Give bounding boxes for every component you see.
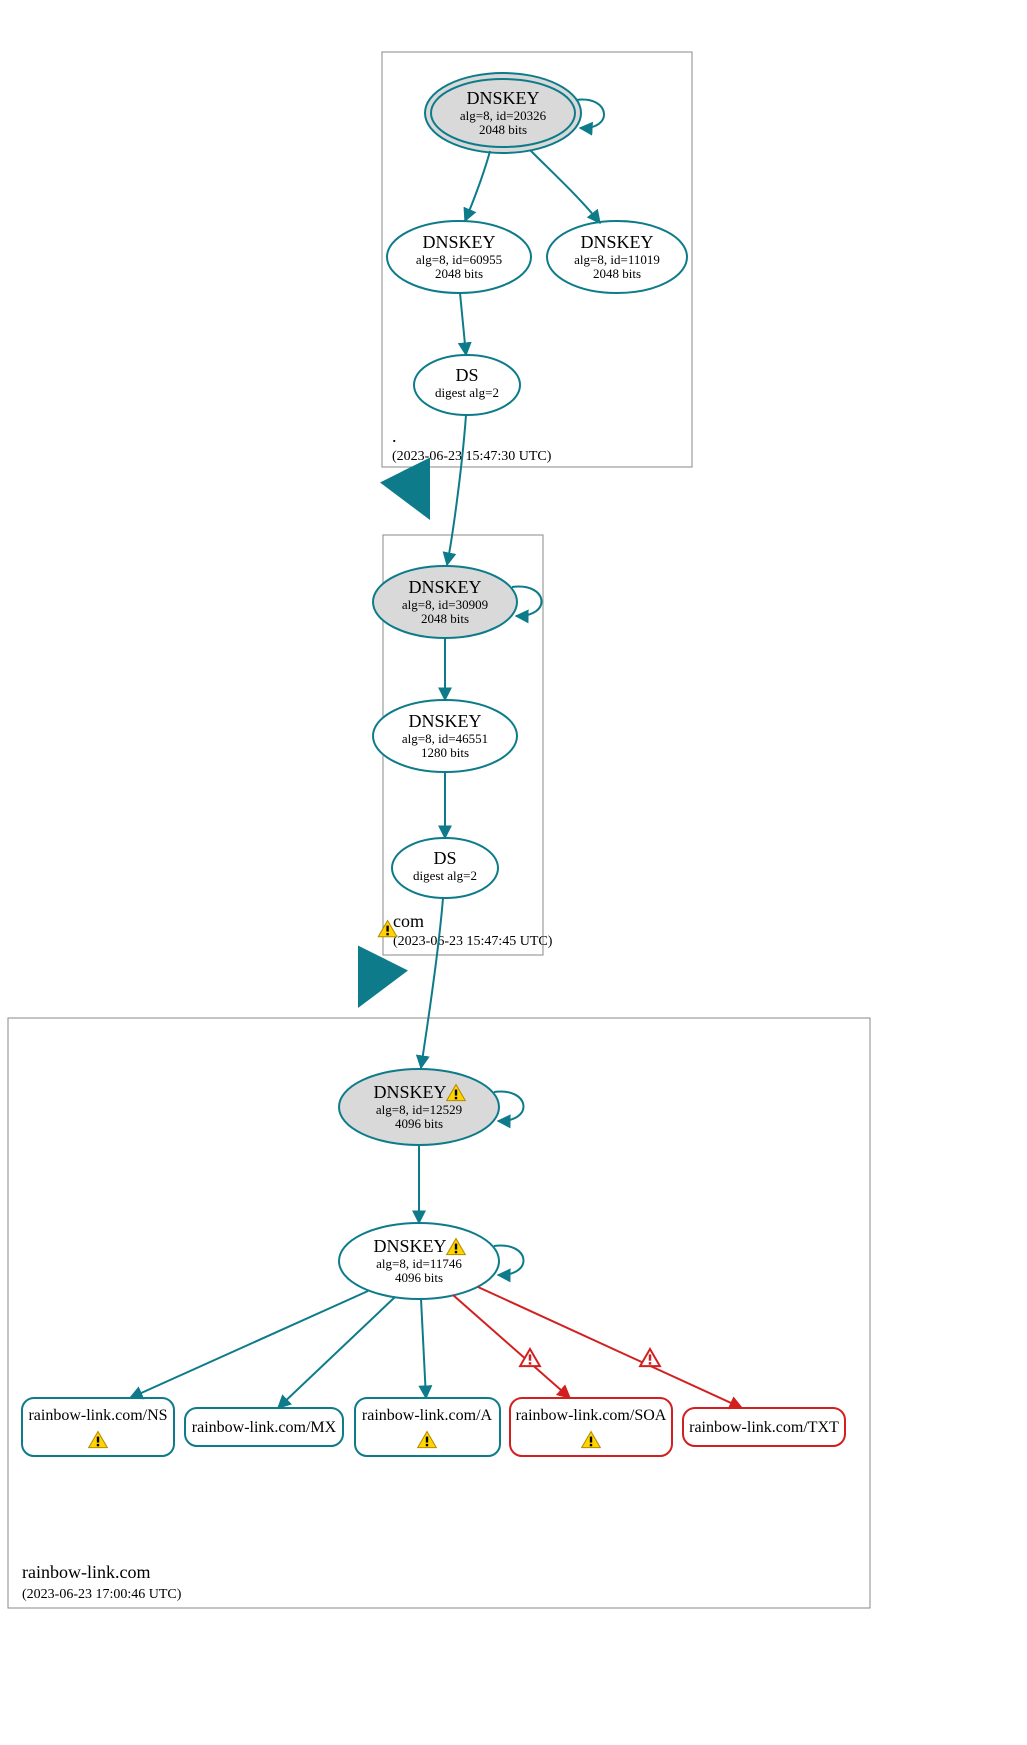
node-com-ds: DS digest alg=2 [392,838,498,898]
svg-text:DNSKEY: DNSKEY [373,1082,446,1102]
edge-rl-zsk-to-soa [453,1295,570,1398]
record-soa: rainbow-link.com/SOA [510,1398,672,1456]
svg-text:4096 bits: 4096 bits [395,1270,443,1285]
svg-text:DS: DS [455,365,478,385]
warning-icon [640,1349,660,1366]
svg-text:DNSKEY: DNSKEY [408,711,481,731]
svg-text:2048 bits: 2048 bits [479,122,527,137]
svg-text:4096 bits: 4096 bits [395,1116,443,1131]
svg-text:alg=8, id=30909: alg=8, id=30909 [402,597,488,612]
zone-time-root: (2023-06-23 15:47:30 UTC) [392,449,552,464]
node-root-ds: DS digest alg=2 [414,355,520,415]
zone-name-com: com [393,911,424,931]
node-root-zsk: DNSKEY alg=8, id=60955 2048 bits [387,221,531,293]
record-ns: rainbow-link.com/NS [22,1398,174,1456]
svg-text:rainbow-link.com/SOA: rainbow-link.com/SOA [516,1407,667,1424]
record-mx: rainbow-link.com/MX [185,1408,343,1446]
dnssec-chain-diagram: . (2023-06-23 15:47:30 UTC) DNSKEY alg=8… [0,0,1027,1745]
svg-text:alg=8, id=11746: alg=8, id=11746 [376,1256,462,1271]
node-rl-ksk: DNSKEY alg=8, id=12529 4096 bits [339,921,499,1145]
edge-root-ksk-to-zsk [465,151,490,221]
svg-text:alg=8, id=12529: alg=8, id=12529 [376,1102,462,1117]
svg-text:rainbow-link.com/MX: rainbow-link.com/MX [192,1419,337,1436]
svg-text:2048 bits: 2048 bits [421,611,469,626]
node-com-zsk: DNSKEY alg=8, id=46551 1280 bits [373,700,517,772]
svg-text:DNSKEY: DNSKEY [408,577,481,597]
delegation-com-to-rl [363,958,383,998]
svg-text:rainbow-link.com/A: rainbow-link.com/A [362,1407,493,1424]
delegation-root-to-com [405,470,425,510]
edge-rl-zsk-to-mx [278,1297,395,1408]
svg-text:DNSKEY: DNSKEY [580,232,653,252]
zone-name-root: . [392,426,397,446]
node-root-dnskey-extra: DNSKEY alg=8, id=11019 2048 bits [547,221,687,293]
record-a: rainbow-link.com/A [355,1398,500,1456]
svg-text:2048 bits: 2048 bits [593,266,641,281]
edge-root-zsk-to-ds [460,293,466,355]
svg-text:rainbow-link.com/TXT: rainbow-link.com/TXT [689,1419,839,1436]
svg-text:alg=8, id=20326: alg=8, id=20326 [460,108,547,123]
edge-rl-zsk-to-a [421,1299,426,1398]
svg-text:alg=8, id=60955: alg=8, id=60955 [416,252,502,267]
zone-name-rl: rainbow-link.com [22,1562,150,1582]
svg-text:digest alg=2: digest alg=2 [435,385,499,400]
edge-rl-zsk-to-txt [478,1287,742,1408]
svg-text:2048 bits: 2048 bits [435,266,483,281]
svg-text:DNSKEY: DNSKEY [466,88,539,108]
svg-text:1280 bits: 1280 bits [421,745,469,760]
svg-text:DS: DS [433,848,456,868]
edge-root-ds-to-com-ksk [447,415,466,565]
edge-rl-zsk-to-ns [130,1291,368,1398]
svg-text:alg=8, id=11019: alg=8, id=11019 [574,252,660,267]
svg-text:alg=8, id=46551: alg=8, id=46551 [402,731,488,746]
edge-root-ksk-to-extra [530,150,600,223]
svg-text:digest alg=2: digest alg=2 [413,868,477,883]
svg-text:DNSKEY: DNSKEY [373,1236,446,1256]
edge-com-ds-to-rl-ksk [421,898,443,1068]
svg-text:rainbow-link.com/NS: rainbow-link.com/NS [28,1407,167,1424]
record-txt: rainbow-link.com/TXT [683,1408,845,1446]
node-com-ksk: DNSKEY alg=8, id=30909 2048 bits [373,566,517,638]
node-rl-zsk: DNSKEY alg=8, id=11746 4096 bits [339,1223,499,1299]
node-root-ksk: DNSKEY alg=8, id=20326 2048 bits [425,73,581,153]
svg-text:DNSKEY: DNSKEY [422,232,495,252]
zone-time-com: (2023-06-23 15:47:45 UTC) [393,934,553,949]
zone-time-rl: (2023-06-23 17:00:46 UTC) [22,1587,182,1602]
